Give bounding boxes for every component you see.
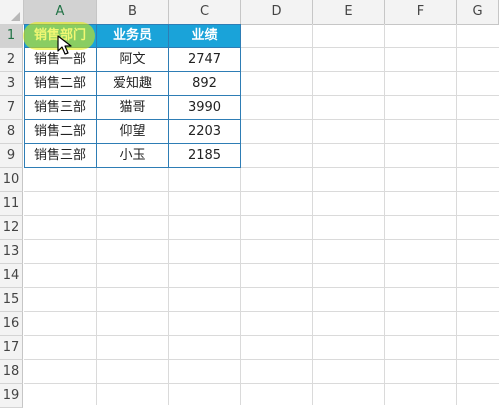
column-header-a[interactable]: A (24, 0, 97, 24)
gridline (384, 24, 385, 405)
column-header-b[interactable]: B (97, 0, 169, 24)
row-header[interactable]: 16 (0, 312, 23, 336)
table-cell[interactable]: 销售三部 (24, 144, 97, 168)
row-header[interactable]: 19 (0, 384, 23, 408)
table-cell[interactable]: 2203 (169, 120, 241, 144)
row-header[interactable]: 11 (0, 192, 23, 216)
column-header-row: A B C D E F G (0, 0, 499, 25)
column-header-d[interactable]: D (241, 0, 313, 24)
row-header[interactable]: 18 (0, 360, 23, 384)
column-header-g[interactable]: G (457, 0, 499, 24)
gridline (456, 24, 457, 405)
row-header[interactable]: 15 (0, 288, 23, 312)
select-all-corner[interactable] (0, 0, 24, 24)
row-header[interactable]: 1 (0, 24, 23, 48)
table-cell[interactable]: 阿文 (97, 48, 169, 72)
spreadsheet-grid[interactable]: A B C D E F G 1 2 3 7 8 9 10 11 12 13 14… (0, 0, 499, 408)
header-cell-performance[interactable]: 业绩 (169, 24, 241, 48)
row-header[interactable]: 7 (0, 96, 23, 120)
select-all-triangle-icon (11, 12, 20, 21)
table-cell[interactable]: 892 (169, 72, 241, 96)
table-cell[interactable]: 猫哥 (97, 96, 169, 120)
column-header-e[interactable]: E (313, 0, 385, 24)
table-cell[interactable]: 销售三部 (24, 96, 97, 120)
table-cell[interactable]: 销售二部 (24, 120, 97, 144)
row-header[interactable]: 9 (0, 144, 23, 168)
gridline (312, 24, 313, 405)
table-cell[interactable]: 销售二部 (24, 72, 97, 96)
row-header[interactable]: 2 (0, 48, 23, 72)
mouse-pointer-icon (57, 35, 72, 55)
table-cell[interactable]: 小玉 (97, 144, 169, 168)
table-cell[interactable]: 仰望 (97, 120, 169, 144)
table-cell[interactable]: 3990 (169, 96, 241, 120)
row-header[interactable]: 13 (0, 240, 23, 264)
row-header[interactable]: 17 (0, 336, 23, 360)
header-cell-salesperson[interactable]: 业务员 (97, 24, 169, 48)
column-header-c[interactable]: C (169, 0, 241, 24)
table-cell[interactable]: 2747 (169, 48, 241, 72)
row-header[interactable]: 8 (0, 120, 23, 144)
table-cell[interactable]: 爱知趣 (97, 72, 169, 96)
row-header[interactable]: 10 (0, 168, 23, 192)
row-header[interactable]: 3 (0, 72, 23, 96)
row-header[interactable]: 12 (0, 216, 23, 240)
row-header[interactable]: 14 (0, 264, 23, 288)
column-header-f[interactable]: F (385, 0, 457, 24)
table-cell[interactable]: 2185 (169, 144, 241, 168)
